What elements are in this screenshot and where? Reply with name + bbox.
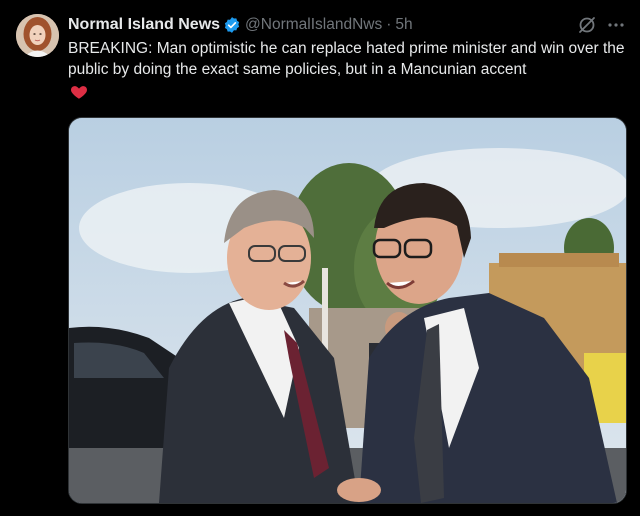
timestamp[interactable]: 5h xyxy=(395,16,412,34)
author-name[interactable]: Normal Island News xyxy=(68,16,220,34)
tweet-photo[interactable] xyxy=(68,117,627,504)
tweet[interactable]: Normal Island News @NormalIslandNws · 5h… xyxy=(0,0,640,516)
more-options-icon[interactable] xyxy=(604,14,628,36)
separator-dot: · xyxy=(386,16,392,33)
avatar[interactable] xyxy=(16,14,59,57)
tweet-header: Normal Island News @NormalIslandNws · 5h xyxy=(68,15,413,35)
author-handle[interactable]: @NormalIslandNws xyxy=(245,16,382,34)
verified-badge-icon[interactable] xyxy=(223,16,241,34)
tweet-text: BREAKING: Man optimistic he can replace … xyxy=(68,40,625,78)
grok-icon[interactable] xyxy=(577,15,597,35)
red-heart-icon xyxy=(70,83,88,101)
